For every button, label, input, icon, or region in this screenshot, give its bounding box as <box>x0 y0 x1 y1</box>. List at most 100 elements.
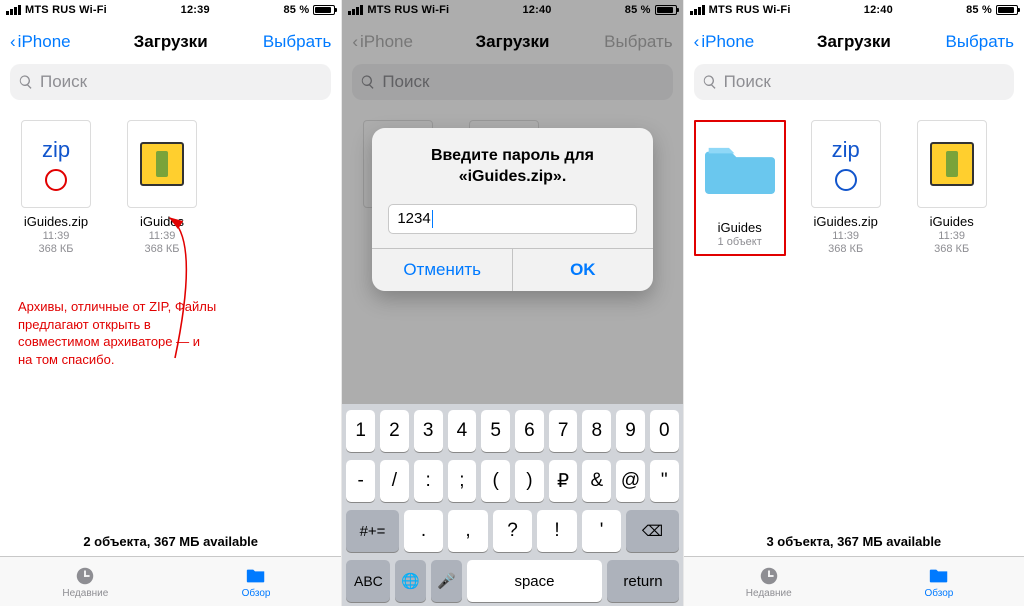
folder-icon <box>243 565 269 587</box>
key[interactable]: ₽ <box>549 460 578 502</box>
key-globe[interactable]: 🌐 <box>395 560 426 602</box>
status-bar: MTS RUS Wi-Fi 12:39 85 % <box>0 0 341 20</box>
annotation-text: Архивы, отличные от ZIP, Файлы предлагаю… <box>18 298 218 368</box>
file-time: 11:39 <box>832 230 859 242</box>
key[interactable]: @ <box>616 460 645 502</box>
key[interactable]: : <box>414 460 443 502</box>
file-item-archive[interactable]: iGuides 11:39368 КБ <box>906 120 998 256</box>
key[interactable]: / <box>380 460 409 502</box>
battery-pct: 85 % <box>283 4 309 16</box>
search-input[interactable]: Поиск <box>694 64 1014 100</box>
file-size: 368 КБ <box>144 243 179 255</box>
key[interactable]: " <box>650 460 679 502</box>
key[interactable]: - <box>346 460 375 502</box>
tab-label: Обзор <box>242 588 271 599</box>
key[interactable]: 3 <box>414 410 443 452</box>
tab-bar: Недавние Обзор <box>0 556 341 606</box>
key[interactable]: 2 <box>380 410 409 452</box>
key[interactable]: & <box>582 460 611 502</box>
password-alert: Введите пароль для «iGuides.zip». 1234 О… <box>372 128 652 291</box>
key-backspace[interactable]: ⌫ <box>626 510 678 552</box>
key[interactable]: ) <box>515 460 544 502</box>
battery-icon <box>996 5 1018 15</box>
file-name: iGuides.zip <box>24 214 88 229</box>
key[interactable]: 4 <box>448 410 477 452</box>
tab-bar: Недавние Обзор <box>684 556 1024 606</box>
keyboard: 1234567890 -/:;()₽&@" #+= .,?!' ⌫ ABC 🌐 … <box>342 404 682 606</box>
key-space[interactable]: space <box>467 560 603 602</box>
key[interactable]: 6 <box>515 410 544 452</box>
battery-pct: 85 % <box>966 4 992 16</box>
key-abc[interactable]: ABC <box>346 560 390 602</box>
key[interactable]: ( <box>481 460 510 502</box>
key[interactable]: ! <box>537 510 577 552</box>
clock-icon <box>756 565 782 587</box>
key[interactable]: ; <box>448 460 477 502</box>
key[interactable]: 8 <box>582 410 611 452</box>
search-icon <box>702 74 718 90</box>
file-size: 368 КБ <box>934 243 969 255</box>
key-mic[interactable]: 🎤 <box>431 560 462 602</box>
key[interactable]: , <box>448 510 488 552</box>
clock: 12:39 <box>181 4 210 16</box>
archive-icon <box>127 120 197 208</box>
key[interactable]: . <box>404 510 444 552</box>
key[interactable]: 5 <box>481 410 510 452</box>
file-time: 11:39 <box>43 230 70 242</box>
file-time: 11:39 <box>938 230 965 242</box>
tab-label: Недавние <box>62 588 108 599</box>
carrier-label: MTS RUS Wi-Fi <box>709 4 791 16</box>
screen-1: MTS RUS Wi-Fi 12:39 85 % ‹iPhone Загрузк… <box>0 0 341 606</box>
tab-browse[interactable]: Обзор <box>171 557 342 606</box>
search-input[interactable]: Поиск <box>10 64 331 100</box>
file-item-zip[interactable]: zip iGuides.zip 11:39368 КБ <box>10 120 102 256</box>
file-name: iGuides <box>140 214 184 229</box>
key-return[interactable]: return <box>607 560 678 602</box>
archive-icon <box>917 120 987 208</box>
tab-browse[interactable]: Обзор <box>854 557 1024 606</box>
key[interactable]: ' <box>582 510 622 552</box>
tab-label: Недавние <box>746 588 792 599</box>
key[interactable]: 9 <box>616 410 645 452</box>
key-symbols[interactable]: #+= <box>346 510 398 552</box>
key[interactable]: 0 <box>650 410 679 452</box>
search-placeholder: Поиск <box>40 72 87 92</box>
file-size: 368 КБ <box>828 243 863 255</box>
status-bar: MTS RUS Wi-Fi 12:40 85 % <box>684 0 1024 20</box>
page-title: Загрузки <box>0 32 341 52</box>
file-meta: 1 объект <box>718 236 762 249</box>
file-item-archive[interactable]: iGuides 11:39368 КБ <box>116 120 208 256</box>
signal-icon <box>690 5 705 15</box>
file-item-folder[interactable]: iGuides 1 объект <box>694 120 786 256</box>
zip-icon: zip <box>21 120 91 208</box>
zip-icon: zip <box>811 120 881 208</box>
file-time: 11:39 <box>149 230 176 242</box>
key[interactable]: 1 <box>346 410 375 452</box>
battery-icon <box>313 5 335 15</box>
footer-summary: 2 объекта, 367 МБ available <box>0 526 341 556</box>
carrier-label: MTS RUS Wi-Fi <box>25 4 107 16</box>
clock: 12:40 <box>864 4 893 16</box>
signal-icon <box>6 5 21 15</box>
password-input[interactable]: 1234 <box>388 204 636 234</box>
search-placeholder: Поиск <box>724 72 771 92</box>
key[interactable]: ? <box>493 510 533 552</box>
tab-label: Обзор <box>924 588 953 599</box>
content-area: zip iGuides.zip 11:39368 КБ iGuides 11:3… <box>0 108 341 526</box>
file-size: 368 КБ <box>38 243 73 255</box>
screen-3: MTS RUS Wi-Fi 12:40 85 % ‹iPhone Загрузк… <box>683 0 1024 606</box>
key[interactable]: 7 <box>549 410 578 452</box>
nav-bar: ‹iPhone Загрузки Выбрать <box>684 20 1024 64</box>
password-value: 1234 <box>397 210 430 227</box>
content-area: iGuides 1 объект zip iGuides.zip 11:3936… <box>684 108 1024 526</box>
tab-recent[interactable]: Недавние <box>0 557 171 606</box>
file-name: iGuides <box>718 220 762 235</box>
cancel-button[interactable]: Отменить <box>372 249 512 291</box>
alert-title: Введите пароль для «iGuides.zip». <box>372 128 652 198</box>
file-item-zip[interactable]: zip iGuides.zip 11:39368 КБ <box>800 120 892 256</box>
file-name: iGuides <box>930 214 974 229</box>
clock-icon <box>72 565 98 587</box>
ok-button[interactable]: OK <box>512 249 653 291</box>
tab-recent[interactable]: Недавние <box>684 557 854 606</box>
search-icon <box>18 74 34 90</box>
